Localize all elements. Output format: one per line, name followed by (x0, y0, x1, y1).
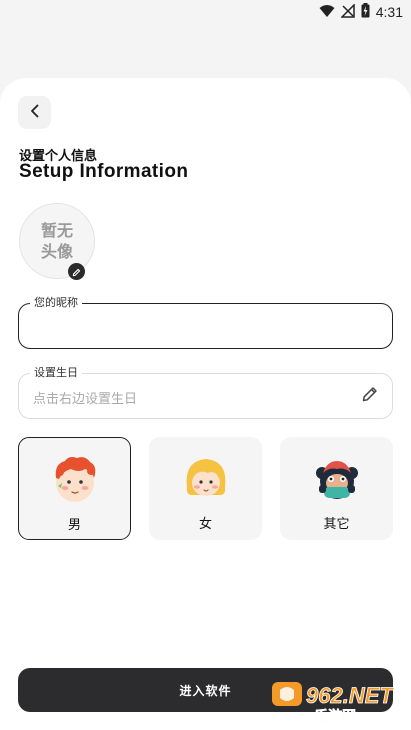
monster-avatar-icon (309, 451, 365, 505)
battery-charging-icon (361, 3, 370, 21)
back-button[interactable] (18, 96, 51, 129)
nickname-field[interactable]: 您的昵称 (18, 296, 393, 349)
birthday-label: 设置生日 (30, 366, 82, 380)
status-bar: 4:31 (0, 0, 411, 24)
gender-option-other[interactable]: 其它 (280, 437, 393, 540)
signal-off-icon (339, 2, 355, 21)
status-time: 4:31 (375, 4, 403, 20)
watermark-logo: 962.NET 乐游网 (270, 678, 406, 725)
boy-avatar-icon (47, 452, 103, 506)
setup-sheet: 设置个人信息 Setup Information 暂无头像 您的昵称 设置生日 … (0, 78, 411, 730)
chevron-left-icon (29, 103, 41, 122)
birthday-edit-button[interactable] (360, 386, 380, 406)
gender-option-female[interactable]: 女 (149, 437, 262, 540)
wifi-icon (319, 4, 335, 21)
page-title-en: Setup Information (19, 161, 189, 182)
svg-text:962.NET: 962.NET (306, 683, 394, 708)
gender-label-male: 男 (67, 518, 81, 533)
svg-text:乐游网: 乐游网 (314, 708, 356, 724)
gender-label-female: 女 (198, 517, 212, 532)
birthday-placeholder: 点击右边设置生日 (33, 392, 138, 407)
pencil-icon (361, 385, 379, 407)
nickname-label: 您的昵称 (30, 296, 82, 310)
avatar-edit-button[interactable] (68, 263, 85, 280)
pencil-icon (72, 262, 81, 281)
birthday-field[interactable]: 设置生日 点击右边设置生日 (18, 366, 393, 419)
gender-option-male[interactable]: 男 (18, 437, 131, 540)
girl-avatar-icon (178, 451, 234, 505)
avatar-placeholder-text: 暂无头像 (40, 221, 73, 261)
gender-label-other: 其它 (323, 517, 350, 532)
